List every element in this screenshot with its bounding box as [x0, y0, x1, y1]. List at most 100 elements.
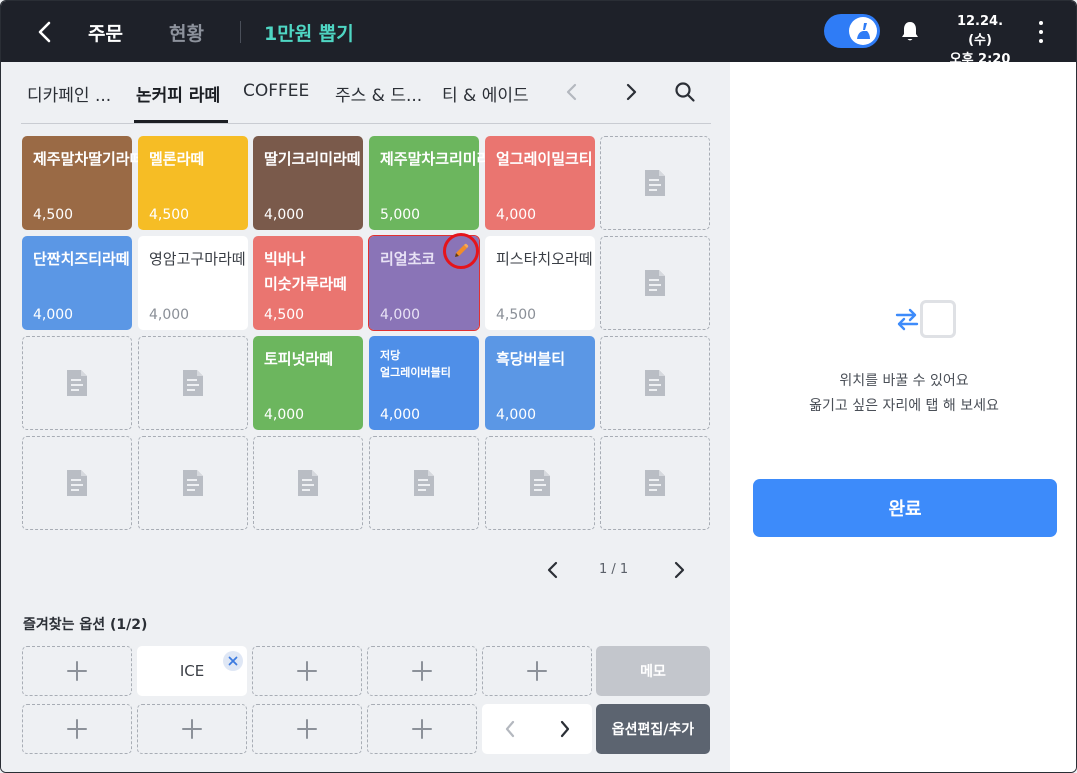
- menu-tile[interactable]: 흑당버블티 4,000: [485, 336, 595, 430]
- hint-line: 위치를 바꿀 수 있어요: [839, 373, 969, 389]
- option-prev-button[interactable]: [482, 704, 537, 754]
- active-tab-indicator: [134, 120, 228, 123]
- empty-slot[interactable]: [369, 436, 479, 530]
- order-pane: 위치를 바꿀 수 있어요 옮기고 싶은 자리에 탭 해 보세요 완료: [730, 62, 1076, 772]
- tab-category-noncoffee-latte[interactable]: 논커피 라떼: [136, 81, 220, 106]
- empty-slot[interactable]: [253, 436, 363, 530]
- remove-option-button[interactable]: [223, 651, 243, 671]
- empty-slot[interactable]: [22, 436, 132, 530]
- menu-pane: 디카페인 ... 논커피 라떼 COFFEE 주스 & 드... 티 & 에이드…: [1, 62, 730, 772]
- date-text: 12.24. (수): [956, 14, 1004, 48]
- page-next-button[interactable]: [667, 558, 691, 582]
- empty-slot[interactable]: [138, 436, 248, 530]
- add-option-slot[interactable]: [22, 646, 132, 696]
- menu-tile[interactable]: 토피넛라떼 4,000: [253, 336, 363, 430]
- add-option-slot[interactable]: [482, 646, 592, 696]
- mode-toggle[interactable]: [824, 14, 880, 48]
- menu-tile-price: 5,000: [380, 207, 421, 223]
- plus-icon: [297, 719, 317, 739]
- option-ice-label: ICE: [179, 662, 205, 680]
- menu-tile[interactable]: 멜론라떼 4,500: [138, 136, 248, 230]
- menu-tile[interactable]: 피스타치오라떼 4,500: [485, 236, 595, 330]
- menu-tile-price: 4,000: [496, 407, 537, 423]
- empty-slot[interactable]: [600, 236, 710, 330]
- page-indicator: 1 / 1: [599, 562, 629, 577]
- document-icon: [645, 370, 665, 396]
- plus-icon: [182, 719, 202, 739]
- add-option-slot[interactable]: [137, 704, 247, 754]
- tab-category-decaf[interactable]: 디카페인 ...: [27, 81, 111, 106]
- menu-tile-price: 4,500: [264, 307, 305, 323]
- tab-category-tea-ade[interactable]: 티 & 에이드: [442, 81, 529, 106]
- empty-slot[interactable]: [138, 336, 248, 430]
- empty-slot[interactable]: [485, 436, 595, 530]
- back-button[interactable]: [31, 18, 59, 46]
- menu-tile-name: 저당 얼그레이버블티: [380, 349, 451, 379]
- menu-pager: 1 / 1: [541, 555, 691, 585]
- swap-hint: 위치를 바꿀 수 있어요 옮기고 싶은 자리에 탭 해 보세요: [730, 369, 1076, 419]
- empty-slot[interactable]: [600, 436, 710, 530]
- done-button[interactable]: 완료: [753, 479, 1057, 537]
- menu-tile[interactable]: 저당 얼그레이버블티 4,000: [369, 336, 479, 430]
- menu-tile[interactable]: 영암고구마라떼 4,000: [138, 236, 248, 330]
- datetime-display: 12.24. (수) 오후 2:20: [943, 12, 1017, 69]
- add-option-slot[interactable]: [367, 704, 477, 754]
- chevron-right-icon: [560, 720, 569, 738]
- favorite-options-label: 즐겨찾는 옵션 (1/2): [23, 617, 148, 633]
- add-option-slot[interactable]: [252, 704, 362, 754]
- plus-icon: [67, 661, 87, 681]
- menu-tile[interactable]: 빅바나 미숫가루라떼 4,500: [253, 236, 363, 330]
- option-page-nav: [482, 704, 592, 754]
- option-ice[interactable]: ICE: [137, 646, 247, 696]
- menu-tile-selected[interactable]: 리얼초코 4,000: [368, 233, 480, 331]
- more-dot: [1039, 21, 1043, 25]
- menu-tile[interactable]: 얼그레이밀크티 4,000: [485, 136, 595, 230]
- menu-tile[interactable]: 제주말차크리미라떼 5,000: [369, 136, 504, 230]
- menu-tile-price: 4,000: [149, 307, 190, 323]
- document-icon: [183, 370, 203, 396]
- chevron-right-icon: [674, 561, 685, 579]
- menu-tile-name: 딸기크리미라떼: [264, 150, 361, 168]
- tab-order[interactable]: 주문: [88, 19, 123, 46]
- add-option-slot[interactable]: [22, 704, 132, 754]
- document-icon: [67, 370, 87, 396]
- category-next-button[interactable]: [618, 79, 644, 105]
- header-divider: [240, 21, 241, 43]
- menu-tile-price: 4,500: [496, 307, 537, 323]
- close-icon: [228, 656, 238, 666]
- swap-arrows-icon: [895, 308, 919, 331]
- edit-options-button[interactable]: 옵션편집/추가: [596, 704, 710, 754]
- menu-tile[interactable]: 딸기크리미라떼 4,000: [253, 136, 363, 230]
- empty-slot[interactable]: [600, 136, 710, 230]
- edit-badge[interactable]: [443, 233, 479, 269]
- category-prev-button[interactable]: [559, 79, 585, 105]
- option-next-button[interactable]: [537, 704, 592, 754]
- plus-icon: [412, 661, 432, 681]
- plus-icon: [67, 719, 87, 739]
- menu-tile[interactable]: 제주말차딸기라떼 4,500: [22, 136, 143, 230]
- menu-tile-name: 토피넛라떼: [264, 350, 334, 368]
- menu-tile[interactable]: 단짠치즈티라떼 4,000: [22, 236, 132, 330]
- add-option-slot[interactable]: [252, 646, 362, 696]
- search-button[interactable]: [672, 79, 698, 105]
- tab-category-coffee[interactable]: COFFEE: [243, 81, 309, 101]
- memo-button[interactable]: 메모: [596, 646, 710, 696]
- page-prev-button[interactable]: [541, 558, 565, 582]
- empty-slot[interactable]: [600, 336, 710, 430]
- document-icon: [645, 270, 665, 296]
- document-icon: [298, 470, 318, 496]
- add-option-slot[interactable]: [367, 646, 477, 696]
- more-menu-button[interactable]: [1031, 19, 1051, 45]
- menu-tile-price: 4,000: [380, 307, 421, 323]
- empty-slot[interactable]: [22, 336, 132, 430]
- more-dot: [1039, 39, 1043, 43]
- tab-category-juice[interactable]: 주스 & 드...: [335, 81, 422, 106]
- more-dot: [1039, 30, 1043, 34]
- menu-tile-name: 피스타치오라떼: [496, 250, 593, 268]
- notification-button[interactable]: [897, 18, 923, 44]
- menu-tile-price: 4,000: [496, 207, 537, 223]
- plus-icon: [527, 661, 547, 681]
- menu-tile-name: 흑당버블티: [496, 350, 566, 368]
- plus-icon: [412, 719, 432, 739]
- tab-status[interactable]: 현황: [169, 19, 204, 46]
